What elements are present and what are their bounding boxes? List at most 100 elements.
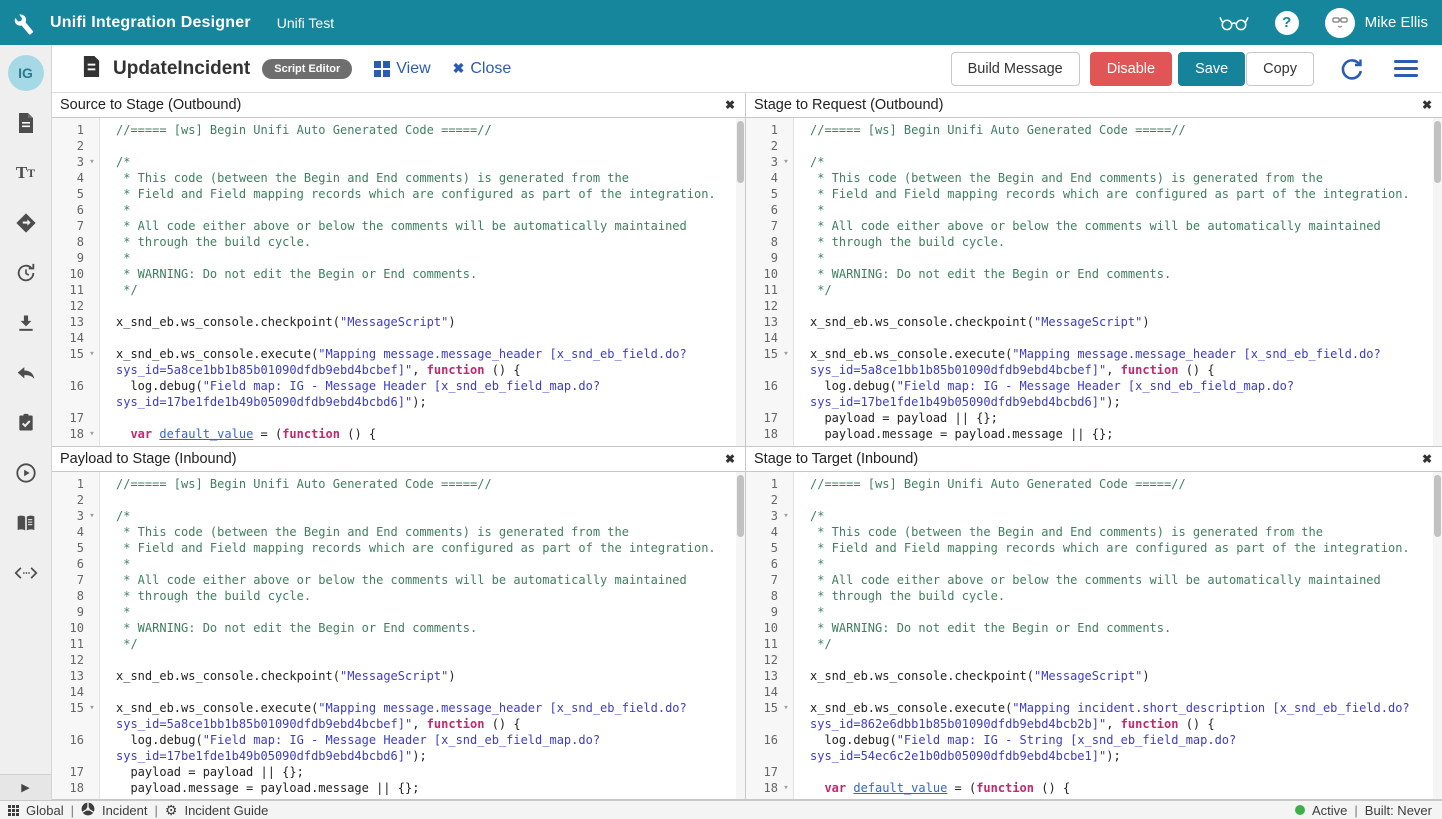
code-editor[interactable]: 1//===== [ws] Begin Unifi Auto Generated… <box>746 118 1442 446</box>
code-line[interactable]: 1//===== [ws] Begin Unifi Auto Generated… <box>52 476 735 492</box>
code-line[interactable]: 17 payload = payload || {}; <box>52 764 735 780</box>
fold-toggle-icon[interactable]: ▾ <box>84 700 100 716</box>
view-button[interactable]: View <box>374 60 430 78</box>
code-line[interactable]: 10 * WARNING: Do not edit the Begin or E… <box>52 620 735 636</box>
code-line[interactable]: 18 payload.message = payload.message || … <box>746 426 1432 442</box>
code-line[interactable]: 11 */ <box>746 282 1432 298</box>
code-line[interactable]: 9 * <box>746 604 1432 620</box>
code-line[interactable]: 6 * <box>746 556 1432 572</box>
vertical-scrollbar[interactable] <box>736 472 745 799</box>
panel-close-icon[interactable]: ✖ <box>1422 98 1432 112</box>
code-line[interactable]: 5 * Field and Field mapping records whic… <box>52 186 735 202</box>
code-line[interactable]: 12 <box>52 652 735 668</box>
code-line[interactable]: 3▾/* <box>746 154 1432 170</box>
vertical-scrollbar[interactable] <box>736 118 745 446</box>
scrollbar-thumb[interactable] <box>737 475 744 537</box>
code-line[interactable]: 16 log.debug("Field map: IG - Message He… <box>746 378 1432 394</box>
code-line[interactable]: 14 <box>746 330 1432 346</box>
panel-close-icon[interactable]: ✖ <box>1422 452 1432 466</box>
code-line[interactable]: 4 * This code (between the Begin and End… <box>52 524 735 540</box>
code-line[interactable]: 3▾/* <box>52 154 735 170</box>
code-line[interactable]: 2 <box>52 138 735 154</box>
integration-avatar[interactable]: IG <box>8 55 44 91</box>
code-line[interactable]: 7 * All code either above or below the c… <box>52 572 735 588</box>
scrollbar-thumb[interactable] <box>737 121 744 183</box>
user-name[interactable]: Mike Ellis <box>1365 14 1428 31</box>
task-check-icon[interactable] <box>14 411 38 435</box>
code-line[interactable]: 17 <box>746 764 1432 780</box>
code-line[interactable]: 2 <box>746 138 1432 154</box>
fold-toggle-icon[interactable]: ▾ <box>778 700 794 716</box>
code-line[interactable]: 10 * WARNING: Do not edit the Begin or E… <box>746 266 1432 282</box>
code-line[interactable]: 6 * <box>52 556 735 572</box>
code-line[interactable]: 7 * All code either above or below the c… <box>52 218 735 234</box>
code-line[interactable]: 18▾ var default_value = (function () { <box>746 780 1432 796</box>
code-line[interactable]: 3▾/* <box>746 508 1432 524</box>
code-line[interactable]: 11 */ <box>52 282 735 298</box>
code-line[interactable]: 1//===== [ws] Begin Unifi Auto Generated… <box>746 122 1432 138</box>
code-line[interactable]: 4 * This code (between the Begin and End… <box>746 524 1432 540</box>
code-line[interactable]: 15▾x_snd_eb.ws_console.execute("Mapping … <box>746 346 1432 362</box>
code-line[interactable]: 7 * All code either above or below the c… <box>746 572 1432 588</box>
code-icon[interactable] <box>14 561 38 585</box>
code-line[interactable]: 1//===== [ws] Begin Unifi Auto Generated… <box>52 122 735 138</box>
code-line[interactable]: sys_id=17be1fde1b49b05090dfdb9ebd4bcbd6]… <box>52 394 735 410</box>
code-line[interactable]: 13x_snd_eb.ws_console.checkpoint("Messag… <box>52 314 735 330</box>
code-line[interactable]: 16 log.debug("Field map: IG - Message He… <box>52 378 735 394</box>
code-line[interactable]: 9 * <box>52 250 735 266</box>
copy-button[interactable]: Copy <box>1246 52 1314 86</box>
wrench-icon[interactable] <box>10 10 36 36</box>
code-line[interactable]: 6 * <box>746 202 1432 218</box>
code-line[interactable]: 1//===== [ws] Begin Unifi Auto Generated… <box>746 476 1432 492</box>
code-line[interactable]: 18 payload.message = payload.message || … <box>52 780 735 796</box>
incident-guide-label[interactable]: Incident Guide <box>184 803 268 818</box>
directions-icon[interactable] <box>14 211 38 235</box>
code-line[interactable]: 15▾x_snd_eb.ws_console.execute("Mapping … <box>52 700 735 716</box>
code-line[interactable]: 4 * This code (between the Begin and End… <box>52 170 735 186</box>
code-line[interactable]: 12 <box>746 652 1432 668</box>
fold-toggle-icon[interactable]: ▾ <box>84 346 100 362</box>
glasses-icon[interactable] <box>1219 12 1249 34</box>
code-line[interactable]: sys_id=5a8ce1bb1b85b01090dfdb9ebd4bcbef]… <box>52 362 735 378</box>
code-line[interactable]: 8 * through the build cycle. <box>52 588 735 604</box>
code-line[interactable]: 17 payload = payload || {}; <box>746 410 1432 426</box>
code-line[interactable]: sys_id=862e6dbb1b85b01090dfdb9ebd4bcb2b]… <box>746 716 1432 732</box>
vertical-scrollbar[interactable] <box>1433 118 1442 446</box>
code-line[interactable]: sys_id=5a8ce1bb1b85b01090dfdb9ebd4bcbef]… <box>746 362 1432 378</box>
disable-button[interactable]: Disable <box>1090 52 1172 86</box>
fold-toggle-icon[interactable]: ▾ <box>778 508 794 524</box>
code-line[interactable]: 13x_snd_eb.ws_console.checkpoint("Messag… <box>746 314 1432 330</box>
help-button[interactable]: ? <box>1275 11 1299 35</box>
code-line[interactable]: 5 * Field and Field mapping records whic… <box>746 186 1432 202</box>
user-avatar[interactable] <box>1325 8 1355 38</box>
code-line[interactable]: 16 log.debug("Field map: IG - String [x_… <box>746 732 1432 748</box>
scrollbar-thumb[interactable] <box>1434 475 1441 537</box>
code-line[interactable]: 3▾/* <box>52 508 735 524</box>
code-line[interactable]: 15▾x_snd_eb.ws_console.execute("Mapping … <box>746 700 1432 716</box>
code-line[interactable]: sys_id=54ec6c2e1b0db05090dfdb9ebd4bcbe1]… <box>746 748 1432 764</box>
code-line[interactable]: 12 <box>52 298 735 314</box>
play-circle-icon[interactable] <box>14 461 38 485</box>
fold-toggle-icon[interactable]: ▾ <box>778 780 794 796</box>
code-editor[interactable]: 1//===== [ws] Begin Unifi Auto Generated… <box>746 472 1442 799</box>
code-line[interactable]: 14 <box>746 684 1432 700</box>
close-record-button[interactable]: ✖ Close <box>453 60 512 78</box>
save-button[interactable]: Save <box>1178 52 1245 86</box>
code-line[interactable]: 9 * <box>52 604 735 620</box>
code-line[interactable]: sys_id=5a8ce1bb1b85b01090dfdb9ebd4bcbef]… <box>52 716 735 732</box>
code-line[interactable]: 17 <box>52 410 735 426</box>
code-line[interactable]: sys_id=17be1fde1b49b05090dfdb9ebd4bcbd6]… <box>52 748 735 764</box>
code-line[interactable]: 11 */ <box>52 636 735 652</box>
code-line[interactable]: 4 * This code (between the Begin and End… <box>746 170 1432 186</box>
code-editor[interactable]: 1//===== [ws] Begin Unifi Auto Generated… <box>52 118 745 446</box>
download-icon[interactable] <box>14 311 38 335</box>
scrollbar-thumb[interactable] <box>1434 121 1441 183</box>
code-line[interactable]: 10 * WARNING: Do not edit the Begin or E… <box>52 266 735 282</box>
code-line[interactable]: 13x_snd_eb.ws_console.checkpoint("Messag… <box>746 668 1432 684</box>
vertical-scrollbar[interactable] <box>1433 472 1442 799</box>
reply-icon[interactable] <box>14 361 38 385</box>
panel-close-icon[interactable]: ✖ <box>725 452 735 466</box>
panel-close-icon[interactable]: ✖ <box>725 98 735 112</box>
fold-toggle-icon[interactable]: ▾ <box>84 426 100 442</box>
code-line[interactable]: 9 * <box>746 250 1432 266</box>
